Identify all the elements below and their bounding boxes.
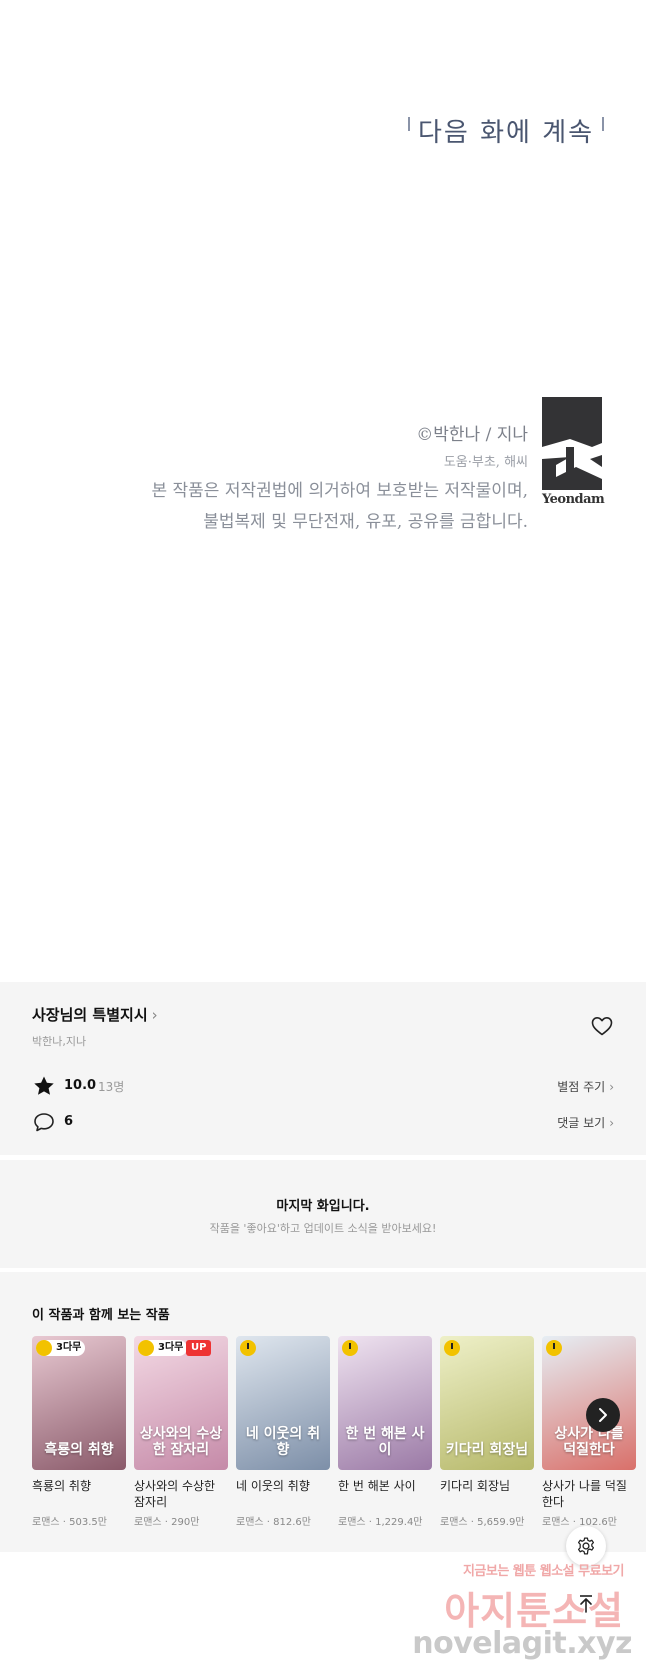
work-author: 박한나,지나 (32, 1035, 87, 1048)
caption-bar-left (408, 117, 410, 131)
last-episode-notice: 마지막 화입니다. 작품을 '좋아요'하고 업데이트 소식을 받아보세요! (0, 1160, 646, 1268)
recommendation-card[interactable]: 키다리 회장님 키다리 회장님 로맨스 · 5,659.9만 (440, 1336, 534, 1528)
carousel-next-button[interactable] (586, 1398, 620, 1432)
recommendation-card[interactable]: 상사가 나를 덕질한다 상사가 나를 덕질한다 로맨스 · 102.6만 (542, 1336, 636, 1528)
gear-icon (577, 1537, 595, 1555)
recommendations-carousel: 3다무 흑룡의 취향 흑룡의 취향 로맨스 · 503.5만 3다무 UP 상사와의 수상한… (32, 1336, 646, 1546)
star-icon (34, 1076, 54, 1095)
clock-icon (240, 1340, 256, 1356)
assist-line: 도움·부초, 해씨 (443, 455, 528, 470)
cover-title-art: 흑룡의 취향 (44, 1442, 114, 1458)
scroll-top-button[interactable] (566, 1584, 606, 1624)
rate-button-label: 별점 주기 (557, 1080, 606, 1094)
recommendation-title: 키다리 회장님 (440, 1479, 511, 1493)
recommendation-title: 흑룡의 취향 (32, 1479, 92, 1493)
recommendation-title: 네 이웃의 취향 (236, 1479, 310, 1493)
recommendation-cover: 3다무흑룡의 취향 (32, 1336, 126, 1470)
recommendation-cover: 상사가 나를 덕질한다 (542, 1336, 636, 1470)
update-badge: UP (186, 1340, 212, 1356)
wait-free-badge: 3다무 (138, 1340, 188, 1356)
recommendation-meta: 로맨스 · 1,229.4만 (338, 1517, 423, 1528)
clock-icon (444, 1340, 460, 1356)
recommendation-cover: 3다무 UP 상사와의 수상한 잠자리 (134, 1336, 228, 1470)
recommendation-title: 한 번 해본 사이 (338, 1479, 416, 1493)
rating-row: 10.0 13명 별점 주기 › (32, 1074, 614, 1100)
rating-count: 13명 (98, 1080, 125, 1094)
recommendation-title: 상사가 나를 덕질한다 (542, 1479, 627, 1509)
recommendation-meta: 로맨스 · 5,659.9만 (440, 1517, 525, 1528)
wait-free-badge: 3다무 (36, 1340, 86, 1356)
recommendation-cover: 네 이웃의 취향 (236, 1336, 330, 1470)
logo-mark-shape (542, 397, 602, 490)
rate-button[interactable]: 별점 주기 › (557, 1078, 614, 1095)
chevron-right-icon: › (151, 1006, 158, 1024)
next-episode-caption: 다음 화에 계속 (400, 112, 612, 149)
recommendation-cover: 키다리 회장님 (440, 1336, 534, 1470)
work-title-link[interactable]: 사장님의 특별지시 › (32, 1004, 158, 1025)
cover-title-art: 한 번 해본 사이 (345, 1426, 425, 1458)
recommendation-card[interactable]: 한 번 해본 사이 한 번 해본 사이 로맨스 · 1,229.4만 (338, 1336, 432, 1528)
recommendation-card[interactable]: 3다무 UP 상사와의 수상한 잠자리 상사와의 수상한 잠자리 로맨스 · 290만 (134, 1336, 228, 1528)
watermark-line-3: novelagit.xyz (412, 1626, 632, 1661)
logo-text: Yeondam (542, 492, 605, 507)
recommendation-card[interactable]: 네 이웃의 취향 네 이웃의 취향 로맨스 · 812.6만 (236, 1336, 330, 1528)
next-episode-text: 다음 화에 계속 (418, 118, 595, 148)
arrow-up-icon (580, 1595, 592, 1613)
chevron-right-icon: › (609, 1116, 614, 1130)
badge-label: 3다무 (158, 1342, 184, 1353)
rating-value: 10.0 (64, 1078, 97, 1093)
recommendation-card[interactable]: 3다무 흑룡의 취향 흑룡의 취향 로맨스 · 503.5만 (32, 1336, 126, 1528)
publisher-logo: Yeondam (542, 397, 605, 509)
clock-icon (546, 1340, 562, 1356)
logo-mark (542, 397, 602, 490)
comment-count: 6 (64, 1114, 74, 1129)
clock-icon (138, 1340, 154, 1356)
watermark-line-1: 지금보는 웹툰 웹소설 무료보기 (462, 1564, 625, 1579)
cover-title-art: 네 이웃의 취향 (245, 1426, 321, 1458)
recommendations-heading: 이 작품과 함께 보는 작품 (32, 1308, 170, 1323)
copyright-notice-1: 본 작품은 저작권법에 의거하여 보호받는 저작물이며, (151, 481, 528, 501)
site-watermark: 지금보는 웹툰 웹소설 무료보기 아지툰소설 novelagit.xyz (412, 1560, 646, 1669)
heart-icon[interactable] (590, 1014, 614, 1038)
badge-label: 3다무 (56, 1342, 82, 1353)
recommendations-section: 이 작품과 함께 보는 작품 3다무 흑룡의 취향 흑룡의 취향 로맨스 · 503.… (0, 1272, 646, 1552)
clock-icon (342, 1340, 358, 1356)
cover-title-art: 상사가 나를 덕질한다 (554, 1426, 624, 1458)
view-comments-button[interactable]: 댓글 보기 › (557, 1114, 614, 1131)
copyright-notice-2: 불법복제 및 무단전재, 유포, 공유를 금합니다. (203, 512, 528, 532)
cover-title-art: 상사와의 수상한 잠자리 (139, 1426, 223, 1458)
caption-bar-right (602, 117, 605, 131)
work-title: 사장님의 특별지시 (32, 1006, 148, 1024)
chevron-right-icon (599, 1408, 607, 1422)
recommendation-meta: 로맨스 · 812.6만 (236, 1517, 311, 1528)
last-episode-heading: 마지막 화입니다. (276, 1199, 370, 1214)
credits: ©박한나 / 지나 도움·부초, 해씨 본 작품은 저작권법에 의거하여 보호받… (151, 420, 528, 532)
last-episode-subtext: 작품을 '좋아요'하고 업데이트 소식을 받아보세요! (209, 1222, 437, 1235)
comic-end-panel: 다음 화에 계속 ©박한나 / 지나 도움·부초, 해씨 본 작품은 저작권법에… (0, 0, 646, 982)
recommendation-cover: 한 번 해본 사이 (338, 1336, 432, 1470)
recommendation-meta: 로맨스 · 290만 (134, 1517, 200, 1528)
view-comments-label: 댓글 보기 (557, 1116, 606, 1130)
recommendation-meta: 로맨스 · 503.5만 (32, 1517, 107, 1528)
chevron-right-icon: › (609, 1080, 614, 1094)
work-info-section: 사장님의 특별지시 › 박한나,지나 10.0 13명 별점 주기 › 6 댓글 보… (0, 982, 646, 1155)
recommendation-title: 상사와의 수상한 잠자리 (134, 1479, 216, 1509)
comment-icon (34, 1113, 54, 1132)
cover-title-art: 키다리 회장님 (445, 1442, 529, 1458)
comment-row: 6 댓글 보기 › (32, 1110, 614, 1136)
clock-icon (36, 1340, 52, 1356)
copyright-line: ©박한나 / 지나 (416, 425, 528, 445)
